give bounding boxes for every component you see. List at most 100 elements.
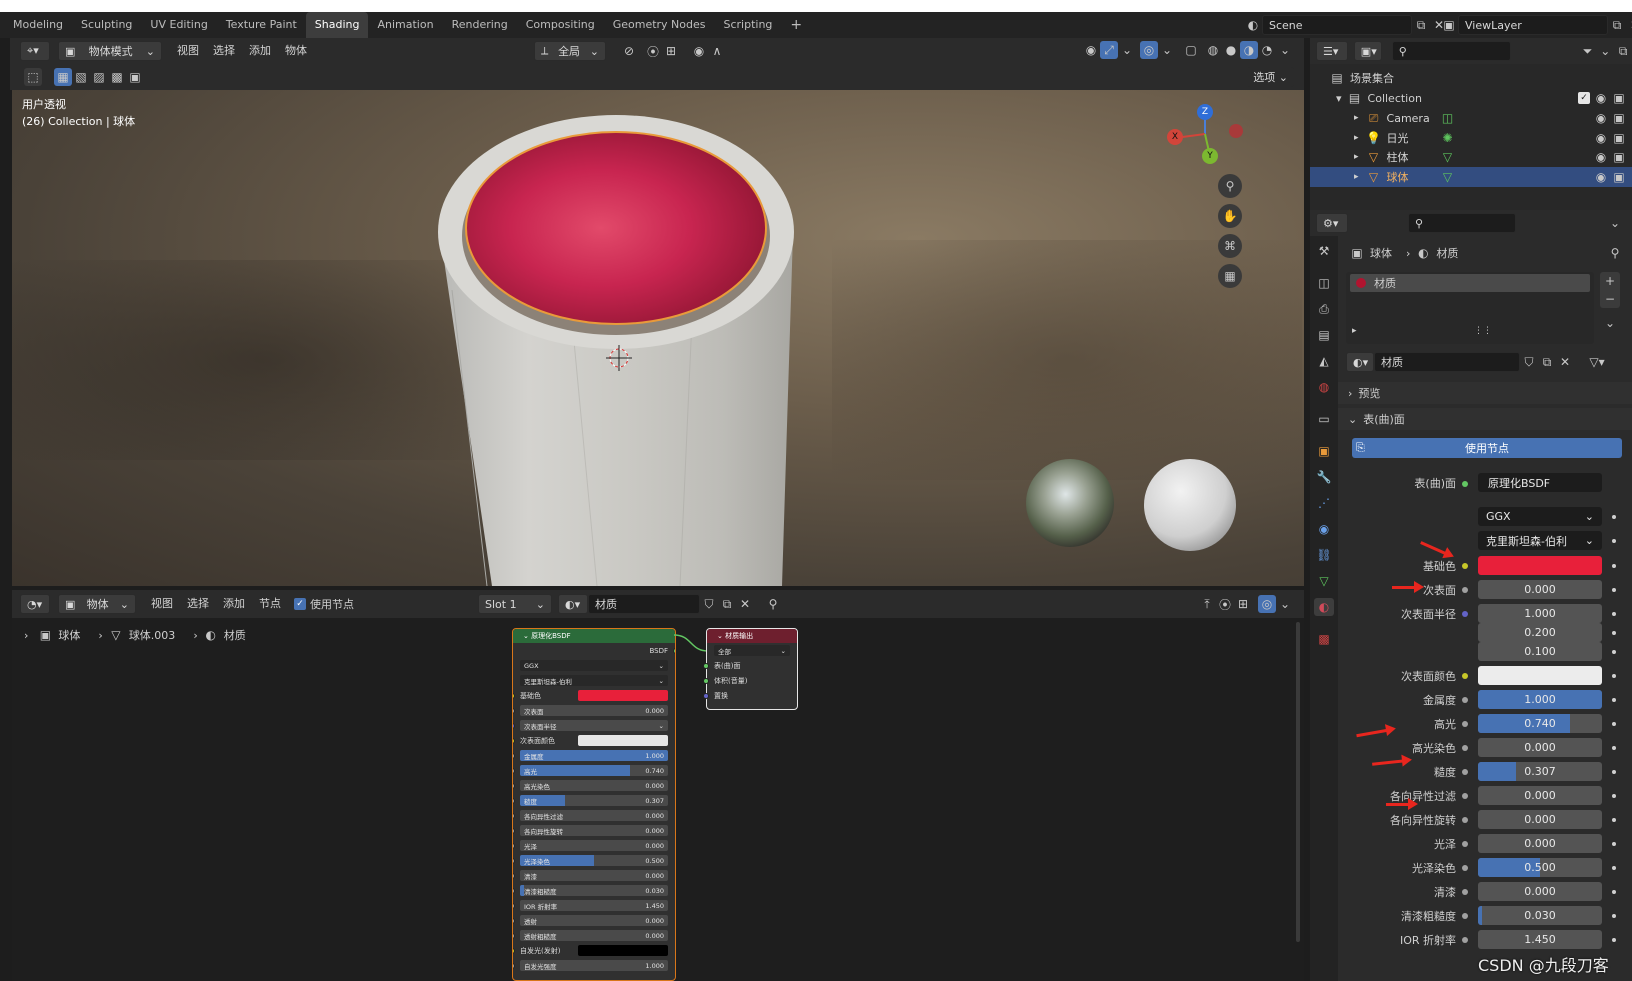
input-slider[interactable]: 各向异性过滤 0.000 [520,810,668,821]
value-slider[interactable]: 0.100 [1478,642,1602,661]
render-camera-icon[interactable]: ▣ [1610,89,1628,107]
input-slider[interactable]: 各向异性旋转 0.000 [520,825,668,836]
input-slider[interactable]: 光泽染色 0.500 [520,855,668,866]
material-tab-icon[interactable]: ◐ [1314,598,1334,616]
input-slider[interactable]: 高光染色 0.000 [520,780,668,791]
menu-item[interactable]: 物体 [278,40,314,62]
value-slider[interactable]: 0.030 [1478,906,1602,925]
material-name-field[interactable]: 材质 [1374,352,1520,372]
input-slider[interactable]: 清漆 0.000 [520,870,668,881]
distribution-dropdown[interactable]: GGX ⌄ [520,660,668,671]
filter-icon[interactable]: ⏷ [1579,42,1597,60]
menu-item[interactable]: 节点 [252,593,288,615]
render-camera-icon[interactable]: ▣ [1610,129,1628,147]
slot-specials-icon[interactable]: ⌄ [1600,314,1620,332]
workspace-tab[interactable]: Animation [368,12,442,38]
eye-icon[interactable]: ◉ [1592,89,1610,107]
value-slider[interactable]: 1.000 [1478,604,1602,623]
view-layer-field[interactable]: ViewLayer [1458,15,1608,35]
modifier-tab-icon[interactable]: 🔧 [1315,468,1333,486]
remove-slot-icon[interactable]: − [1600,290,1620,308]
editor-type-button[interactable]: ⚙▾ [1316,213,1348,233]
material-slot-list[interactable]: 材质 ▸ ⋮⋮ [1346,272,1594,344]
chevron-right-icon[interactable]: ▸ [1354,133,1359,143]
material-name-field[interactable]: 材质 [588,594,700,614]
pivot-icon[interactable]: ⊘ [620,42,638,60]
duplicate-material-icon[interactable]: ⧉ [718,595,736,613]
resize-handle-icon[interactable]: ⋮⋮ [1474,326,1492,336]
input-socket[interactable] [513,812,515,819]
input-socket[interactable] [513,917,515,924]
output-tab-icon[interactable]: ⎙ [1315,300,1333,318]
color-field[interactable] [1478,666,1602,685]
keyframe-dot[interactable] [1612,588,1616,592]
editor-type-button[interactable]: ◔▾ [20,594,50,614]
menu-item[interactable]: 选择 [206,40,242,62]
socket-dot[interactable] [1462,937,1468,943]
outliner-collection[interactable]: ▾ ▤ Collection ✓ ◉ ▣ [1310,88,1632,108]
snap-icon[interactable]: ⦿ [1216,595,1234,613]
gizmo-y-axis[interactable]: Y [1202,148,1218,164]
input-slider[interactable]: 透射 0.000 [520,915,668,926]
render-camera-icon[interactable]: ▣ [1610,168,1628,186]
input-socket[interactable] [513,827,515,834]
select-box-new-icon[interactable]: ▦ [54,68,72,86]
value-slider[interactable]: 0.307 [1478,762,1602,781]
particles-tab-icon[interactable]: ⋰ [1315,494,1333,512]
gizmo-icon[interactable]: ⤢ [1100,41,1118,59]
solid-shading-icon[interactable]: ● [1222,41,1240,59]
menu-item[interactable]: 视图 [170,40,206,62]
menu-item[interactable]: 选择 [180,593,216,615]
display-mode-button[interactable]: ▣▾ [1353,41,1382,61]
transform-orientation-dropdown[interactable]: ⟂ 全局 ⌄ [534,41,606,61]
view-layer-tab-icon[interactable]: ▤ [1315,326,1333,344]
exclude-checkbox-icon[interactable]: ✓ [1578,92,1590,104]
physics-tab-icon[interactable]: ◉ [1315,520,1333,538]
outliner-item[interactable]: ▸ ▽ 柱体 ▽ ◉ ▣ [1310,147,1632,167]
snap-icon[interactable]: ⦿ [644,42,662,60]
checkbox-checked-icon[interactable]: ✓ [294,598,306,610]
input-socket[interactable] [513,722,515,729]
chevron-right-icon[interactable]: ▸ [1354,113,1359,123]
input-slider[interactable]: 自发光强度 1.000 [520,960,668,971]
input-slider[interactable]: 光泽 0.000 [520,840,668,851]
select-box-extend-icon[interactable]: ▧ [72,68,90,86]
constraints-tab-icon[interactable]: ⛓ [1315,546,1333,564]
value-slider[interactable]: 0.000 [1478,882,1602,901]
menu-item[interactable]: 添加 [242,40,278,62]
keyframe-dot[interactable] [1612,612,1616,616]
snap-target-icon[interactable]: ⊞ [1234,595,1252,613]
options-dropdown-icon[interactable]: ⌄ [1606,214,1624,232]
viewport-3d[interactable]: 用户透视 (26) Collection | 球体 Z X Y ⚲ ✋ ⌘ ▦ [12,90,1304,586]
pin-icon[interactable]: ⚲ [764,595,782,613]
gizmo-dropdown-icon[interactable]: ⌄ [1118,41,1136,59]
shader-type-dropdown[interactable]: ▣ 物体 ⌄ [58,594,136,614]
outliner-item[interactable]: ▸ ⎚ Camera ◫ ◉ ▣ [1310,108,1632,128]
texture-tab-icon[interactable]: ▩ [1315,630,1333,648]
overlays-dropdown-icon[interactable]: ⌄ [1158,41,1176,59]
duplicate-material-icon[interactable]: ⧉ [1538,353,1556,371]
new-view-layer-icon[interactable]: ⧉ [1608,16,1626,34]
input-socket[interactable] [513,947,515,954]
pan-hand-icon[interactable]: ✋ [1218,204,1242,228]
material-browse-button[interactable]: ◐▾ [1346,352,1374,372]
keyframe-dot[interactable] [1612,564,1616,568]
color-field[interactable] [1478,556,1602,575]
overlays-icon[interactable]: ◎ [1258,595,1276,613]
use-nodes-button[interactable]: ⎘ 使用节点 [1352,438,1622,458]
principled-bsdf-node[interactable]: ⌄ 原理化BSDF BSDF GGX ⌄ 克里斯坦森-伯利 ⌄ 基础色 次表面 0.00… [512,628,676,981]
keyframe-dot[interactable] [1612,842,1616,846]
gizmo-neg-x-axis[interactable] [1229,124,1243,138]
value-slider[interactable]: 0.000 [1478,786,1602,805]
render-camera-icon[interactable]: ▣ [1610,148,1628,166]
object-data-icon[interactable]: ▽ [1439,168,1457,186]
keyframe-dot[interactable] [1612,914,1616,918]
select-box-subtract-icon[interactable]: ▨ [90,68,108,86]
input-socket[interactable] [513,752,515,759]
node-editor-scrollbar[interactable] [1296,622,1300,942]
socket-dot[interactable] [1462,611,1468,617]
keyframe-dot[interactable] [1612,631,1616,635]
overlays-dropdown-icon[interactable]: ⌄ [1276,595,1294,613]
add-workspace-icon[interactable]: + [781,12,811,38]
workspace-tab[interactable]: Rendering [443,12,517,38]
